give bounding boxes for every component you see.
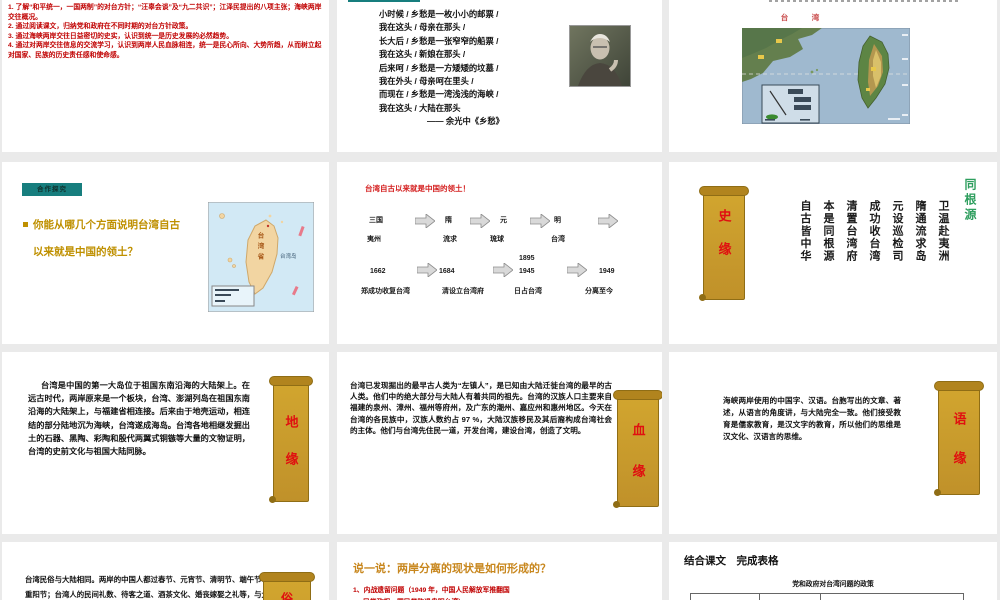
slide-inquiry[interactable]: 合作探究 你能从哪几个方面说明台湾自古 以来就是中国的领土？ 台湾省 台湾岛 — [2, 162, 329, 344]
taiwan-strait-satellite-map — [741, 27, 911, 125]
slide-poem[interactable]: 小时候 / 乡愁是一枚小小的邮票 / 我在这头 / 母亲在那头 / 长大后 / … — [337, 0, 662, 152]
timeline-year: 1895 — [519, 255, 535, 262]
policy-table — [690, 593, 964, 600]
poem-line: 小时候 / 乡愁是一枚小小的邮票 / — [379, 9, 499, 19]
map-sea-label: 台湾岛 — [280, 254, 297, 260]
inquiry-badge: 合作探究 — [22, 183, 82, 196]
scroll-icon: 语缘 — [934, 381, 984, 496]
poem-text: 小时候 / 乡愁是一枚小小的邮票 / 我在这头 / 母亲在那头 / 长大后 / … — [379, 8, 504, 129]
verse-column: 本是同根源 — [822, 200, 834, 263]
table-column-divider — [759, 594, 760, 600]
timeline-era-name: 流求 — [443, 236, 457, 243]
geography-paragraph: 台湾是中国的第一大岛位于祖国东南沿海的大陆架上。在远古时代，两岸原来是一个板块，… — [28, 381, 250, 457]
scroll-icon: 史缘 — [699, 186, 749, 301]
timeline-title: 台湾自古以来就是中国的领土！ — [365, 184, 470, 193]
table-slide-title: 结合课文 完成表格 — [684, 555, 779, 567]
timeline-era-name: 台湾 — [551, 236, 565, 243]
timeline-arrow-icon — [493, 263, 513, 277]
blood-paragraph: 台湾已发现掘出的最早古人类为“左镇人”，是已知由大陆迁徙台湾的最早的古人类。他们… — [350, 381, 612, 435]
map-title: 台 湾 — [780, 13, 828, 22]
verse-column: 隋通流求岛 — [914, 200, 926, 263]
scroll-label: 地缘 — [283, 415, 299, 489]
scroll-label: 史缘 — [716, 209, 732, 275]
verse-columns: 卫温赴夷洲 隋通流求岛 元设巡检司 成功收台湾 清置台湾府 本是同根源 自古皆中… — [797, 200, 951, 272]
poem-line: 我在这头 / 新娘在那头 / — [379, 49, 466, 60]
table-caption: 党和政府对台湾问题的政策 — [792, 581, 874, 588]
objective-item: 1. 了解“和平统一，一国两制”的对台方针；“汪辜会谈”及“九二共识”；江泽民提… — [8, 4, 322, 21]
verse-column: 卫温赴夷洲 — [937, 200, 949, 263]
timeline-era-name: 夷州 — [367, 236, 381, 243]
scroll-label: 俗 — [279, 592, 294, 600]
timeline-arrow-icon — [530, 214, 550, 228]
timeline-event-label: 郑成功收复台湾 — [361, 288, 410, 295]
scroll-icon: 血缘 — [613, 390, 662, 508]
timeline-year: 1949 — [599, 268, 615, 275]
timeline-event-label: 清设立台湾府 — [442, 288, 484, 295]
slide-sorter-page: 1. 了解“和平统一，一国两制”的对台方针；“汪辜会谈”及“九二共识”；江泽民提… — [0, 0, 1000, 600]
objectives-list: 1. 了解“和平统一，一国两制”的对台方针；“汪辜会谈”及“九二共识”；江泽民提… — [8, 3, 324, 61]
slide-discussion[interactable]: 说一说：两岸分离的现状是如何形成的？ 1、内战遗留问题（1949 年，中国人民解… — [337, 542, 662, 600]
poem-line: 我在这头 / 大陆在那头 — [379, 102, 461, 113]
slide-policy-table[interactable]: 结合课文 完成表格 党和政府对台湾问题的政策 — [669, 542, 997, 600]
timeline-era-name: 琉球 — [490, 236, 504, 243]
table-column-divider — [820, 594, 821, 600]
taiwan-province-map: 台湾省 台湾岛 — [207, 201, 315, 313]
slide-customs-bond[interactable]: 台湾民俗与大陆相同。两岸的中国人都过春节、元宵节、清明节、端午节、中秋节、 重阳… — [2, 542, 329, 600]
poem-attribution: —— 余光中《乡愁》 — [427, 116, 504, 127]
section-tag-badge — [348, 0, 420, 2]
slide-geography-bond[interactable]: 台湾是中国的第一大岛位于祖国东南沿海的大陆架上。在远古时代，两岸原来是一个板块，… — [2, 352, 329, 534]
timeline-arrow-icon — [567, 263, 587, 277]
timeline-arrow-icon — [417, 263, 437, 277]
slide-objectives[interactable]: 1. 了解“和平统一，一国两制”的对台方针；“汪辜会谈”及“九二共识”；江泽民提… — [2, 0, 329, 152]
map-island-label: 台湾省 — [256, 232, 263, 264]
timeline-arrow-icon — [470, 214, 490, 228]
inquiry-question: 你能从哪几个方面说明台湾自古 以来就是中国的领土？ — [33, 212, 180, 266]
timeline-year: 1662 — [370, 268, 386, 275]
slide-language-bond[interactable]: 海峡两岸使用的中国字、汉语。台胞写出的文章、著述，从语言的角度讲，与大陆完全一致… — [669, 352, 997, 534]
timeline-event-label: 分离至今 — [585, 288, 613, 295]
yu-guangzhong-portrait-photo — [569, 25, 631, 87]
timeline-era: 明 — [554, 217, 561, 224]
slide-taiwan-map[interactable]: 台 湾 — [669, 0, 997, 152]
verse-column: 成功收台湾 — [868, 200, 880, 263]
slide-blood-bond[interactable]: 台湾已发现掘出的最早古人类为“左镇人”，是已知由大陆迁徙台湾的最早的古人类。他们… — [337, 352, 662, 534]
language-paragraph: 海峡两岸使用的中国字、汉语。台胞写出的文章、著述，从语言的角度讲，与大陆完全一致… — [723, 396, 901, 441]
timeline-event-label: 日占台湾 — [514, 288, 542, 295]
question-line: 你能从哪几个方面说明台湾自古 — [33, 219, 180, 231]
poem-line: 而现在 / 乡愁是一湾浅浅的海峡 / — [379, 89, 499, 100]
bullet-square-icon — [23, 222, 28, 227]
objective-item: 2. 通过阅读课文，归纳党和政府在不同时期的对台方针政策。 — [8, 23, 193, 31]
scroll-label: 语缘 — [951, 412, 967, 490]
question-line: 以来就是中国的领土？ — [33, 246, 138, 258]
poem-line: 我在外头 / 母亲呵在里头 / — [379, 76, 474, 87]
roots-heading: 同根源 — [963, 178, 977, 223]
slide-timeline[interactable]: 台湾自古以来就是中国的领土！ 三国 夷州 隋 流求 元 琉球 明 台湾 1662… — [337, 162, 662, 344]
poem-line: 我在这头 / 母亲在那头 / — [379, 22, 466, 33]
poem-line: 长大后 / 乡愁是一张窄窄的船票 / — [379, 35, 499, 46]
verse-column: 元设巡检司 — [891, 200, 903, 263]
scroll-icon: 地缘 — [269, 376, 313, 503]
objective-item: 4. 通过对两岸交往信息的交流学习，认识到两岸人民血脉相连，统一是民心所向、大势… — [8, 42, 322, 59]
objective-item: 3. 通过海峡两岸交往日益密切的史实，认识到统一是历史发展的必然趋势。 — [8, 32, 234, 40]
timeline-era: 隋 — [445, 217, 452, 224]
timeline-year: 1684 — [439, 268, 455, 275]
timeline-era: 三国 — [369, 217, 383, 224]
scroll-icon: 俗 — [259, 572, 315, 600]
scroll-label: 血缘 — [630, 423, 646, 505]
timeline-arrow-icon — [598, 214, 618, 228]
verse-column: 清置台湾府 — [845, 200, 857, 263]
discussion-line: 1、内战遗留问题（1949 年，中国人民解放军推翻国 — [353, 587, 510, 594]
verse-column: 自古皆中华 — [799, 200, 811, 263]
slide-roots-verse[interactable]: 同根源 史缘 卫温赴夷洲 隋通流求岛 元设巡检司 成功收台湾 清置台湾府 本是同… — [669, 162, 997, 344]
timeline-year: 1945 — [519, 268, 535, 275]
discussion-title: 说一说：两岸分离的现状是如何形成的？ — [353, 563, 551, 575]
poem-line: 后来呵 / 乡愁是一方矮矮的坟墓 / — [379, 62, 499, 73]
timeline-era: 元 — [500, 217, 507, 224]
discussion-item: 1、内战遗留问题（1949 年，中国人民解放军推翻国 民党政权，国民党败退盘踞台… — [353, 585, 510, 600]
cut-off-text-line — [769, 0, 959, 2]
timeline-arrow-icon — [415, 214, 435, 228]
